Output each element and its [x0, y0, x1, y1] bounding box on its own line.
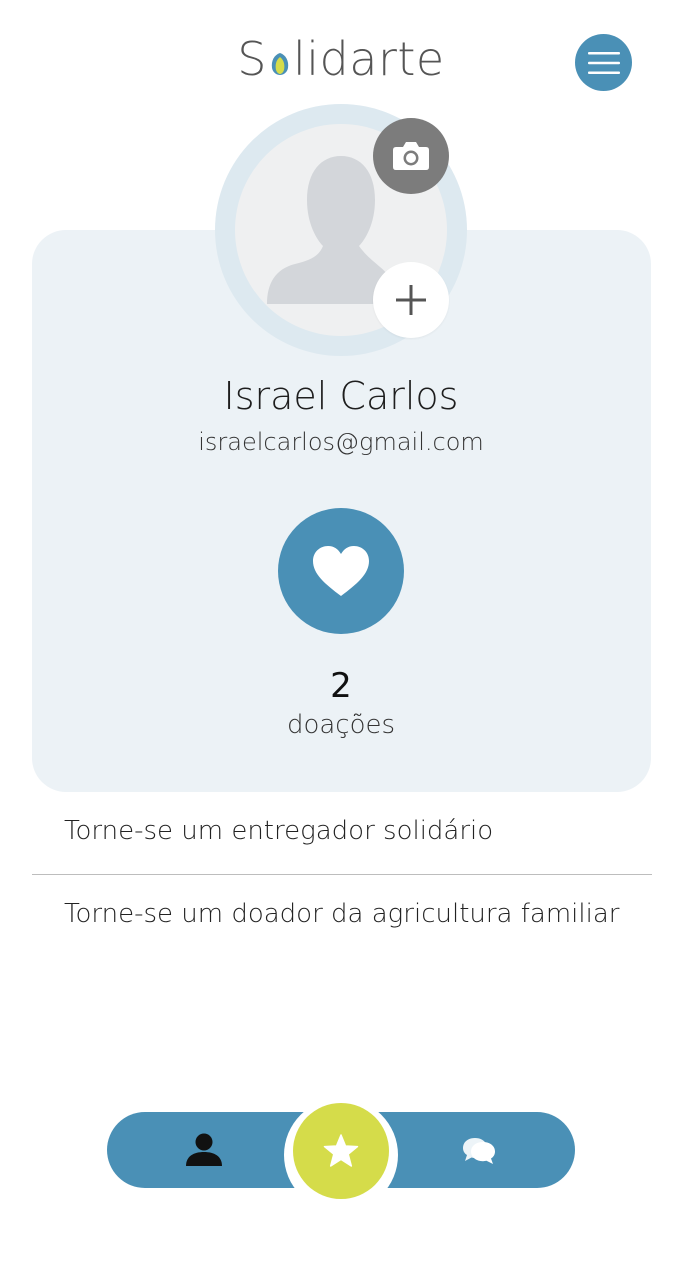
- donations-badge: [278, 508, 404, 634]
- profile-screen: S lidarte Israel Carlos israelcarlos@gma…: [0, 0, 682, 1280]
- options-divider: [32, 874, 652, 875]
- nav-favorites-button[interactable]: [293, 1103, 389, 1199]
- nav-profile-button[interactable]: [180, 1126, 228, 1174]
- become-delivery-volunteer-link[interactable]: Torne-se um entregador solidário: [64, 816, 493, 846]
- donations-label: doações: [286, 710, 396, 740]
- camera-icon: [393, 142, 429, 170]
- user-name: Israel Carlos: [223, 374, 459, 418]
- hamburger-menu-icon: [587, 51, 620, 74]
- add-photo-button[interactable]: [373, 262, 449, 338]
- heart-icon: [313, 546, 369, 596]
- nav-chat-button[interactable]: [455, 1126, 503, 1174]
- change-photo-button[interactable]: [373, 118, 449, 194]
- star-icon: [323, 1134, 359, 1167]
- logo-mark-icon: [271, 53, 289, 75]
- plus-icon: [396, 285, 426, 315]
- chat-bubbles-icon: [463, 1138, 495, 1164]
- menu-button[interactable]: [575, 34, 632, 91]
- logo-text-prefix: S: [237, 32, 267, 86]
- donations-count: 2: [330, 666, 352, 706]
- user-email: israelcarlos@gmail.com: [198, 428, 484, 456]
- logo-text-suffix: lidarte: [293, 32, 445, 86]
- become-family-farming-donor-link[interactable]: Torne-se um doador da agricultura famili…: [64, 899, 619, 929]
- user-icon: [186, 1133, 222, 1166]
